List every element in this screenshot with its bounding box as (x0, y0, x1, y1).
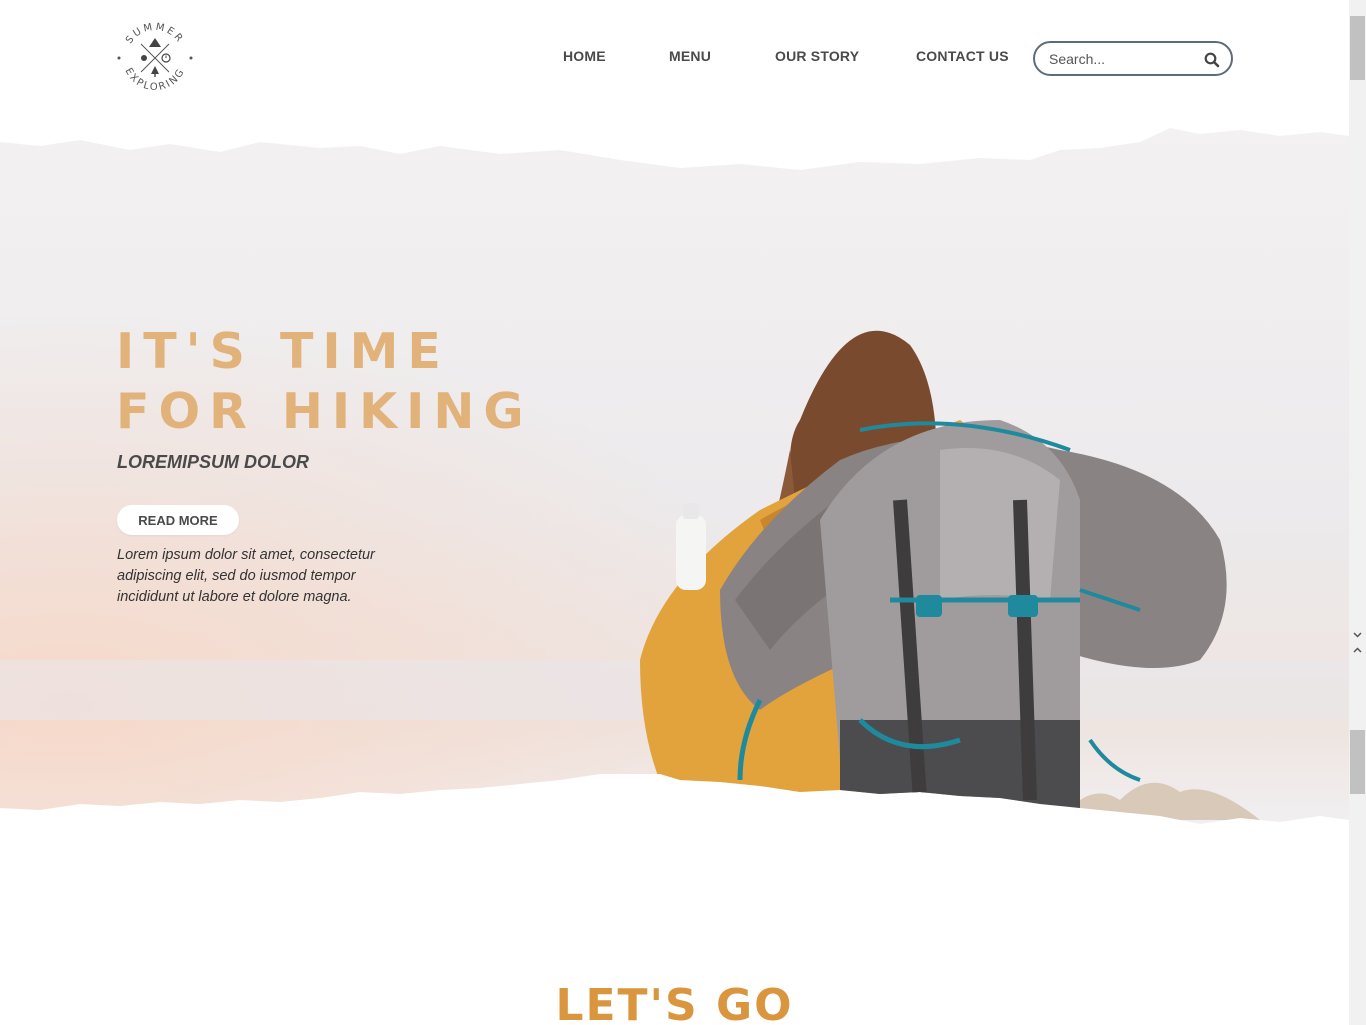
nav-contact-us[interactable]: CONTACT US (916, 48, 1009, 70)
nav-our-story[interactable]: OUR STORY (775, 48, 859, 70)
hero-subtitle: LOREMIPSUM DOLOR (117, 452, 309, 472)
search-input[interactable] (1049, 49, 1199, 69)
scrollbar-thumb-secondary[interactable] (1350, 730, 1365, 794)
hero-title-line2: FOR HIKING (116, 383, 533, 440)
section-heading: LET'S GO (555, 980, 794, 1025)
magnifier-icon[interactable] (1203, 51, 1221, 69)
page-scrollbar[interactable] (1349, 0, 1366, 1025)
hero-photo (0, 128, 1349, 824)
search-box (1033, 41, 1233, 76)
chevron-up-icon[interactable] (1352, 645, 1363, 656)
hero-body-text: Lorem ipsum dolor sit amet, consectetur … (117, 547, 375, 605)
nav-home[interactable]: HOME (563, 48, 606, 70)
hero-banner: IT'S TIME FOR HIKING LOREMIPSUM DOLOR RE… (0, 120, 1349, 832)
scrollbar-thumb[interactable] (1350, 16, 1365, 80)
nav-menu[interactable]: MENU (669, 48, 711, 70)
hero-title-line1: IT'S TIME (116, 323, 450, 380)
hero-title: IT'S TIME FOR HIKING (116, 322, 636, 442)
chevron-down-icon[interactable] (1352, 629, 1363, 640)
read-more-button[interactable]: READ MORE (117, 505, 239, 535)
site-logo[interactable]: SUMMER EXPLORING (115, 18, 195, 98)
